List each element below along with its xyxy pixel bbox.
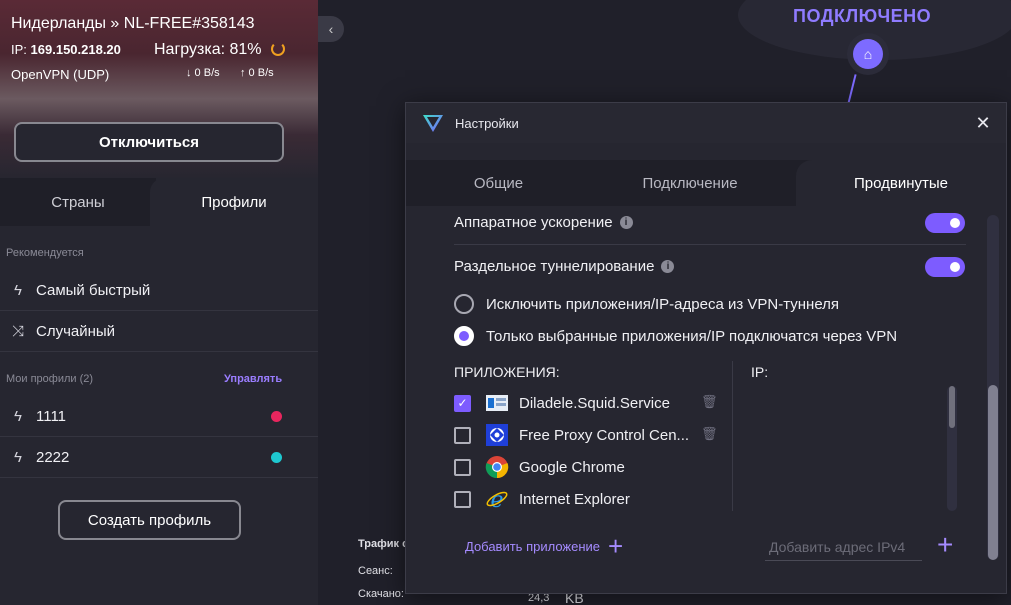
lightning-icon: ϟ xyxy=(14,281,22,299)
traffic-title: Трафик с xyxy=(358,538,409,550)
radio-exclude[interactable]: Исключить приложения/IP-адреса из VPN-ту… xyxy=(454,294,839,314)
apps-scrollbar-thumb[interactable] xyxy=(949,386,955,428)
app-name: Internet Explorer xyxy=(519,490,630,508)
connection-status: ПОДКЛЮЧЕНО xyxy=(793,6,932,26)
trash-icon[interactable]: 🗑 xyxy=(701,394,718,410)
profile-label: 1111 xyxy=(36,407,67,425)
free-proxy-app-icon xyxy=(486,424,508,446)
column-divider xyxy=(732,361,733,511)
lightning-icon: ϟ xyxy=(14,407,22,425)
hardware-accel-label: Аппаратное ускорение xyxy=(454,214,613,231)
home-pin[interactable]: ⌂ xyxy=(847,33,889,75)
plus-icon: + xyxy=(608,531,624,561)
profile-label: Самый быстрый xyxy=(36,281,151,299)
protocol: OpenVPN (UDP) xyxy=(11,67,110,82)
tab-advanced[interactable]: Продвинутые xyxy=(796,160,1006,206)
app-name: Free Proxy Control Cen... xyxy=(519,426,690,444)
split-tunnel-toggle[interactable] xyxy=(925,257,965,277)
app-row-ie[interactable]: e Internet Explorer xyxy=(454,486,724,512)
checkbox-checked[interactable]: ✓ xyxy=(454,394,471,412)
add-app-button[interactable]: Добавить приложение + xyxy=(465,531,624,561)
ip-address: IP: 169.150.218.20 xyxy=(11,42,121,57)
trash-icon[interactable]: 🗑 xyxy=(701,426,718,442)
downloaded-label: Скачано: xyxy=(358,588,404,600)
divider xyxy=(454,244,966,245)
diladele-app-icon xyxy=(486,395,508,411)
tab-profiles[interactable]: Профили xyxy=(150,178,318,226)
internet-explorer-app-icon: e xyxy=(486,488,508,511)
dialog-scrollbar-thumb[interactable] xyxy=(988,385,998,560)
checkbox[interactable] xyxy=(454,458,471,476)
disconnect-button[interactable]: Отключиться xyxy=(14,122,284,162)
radio-include-label: Только выбранные приложения/IP подключат… xyxy=(486,327,898,345)
radio-button[interactable] xyxy=(454,294,474,314)
tab-general[interactable]: Общие xyxy=(406,160,591,206)
radio-include[interactable]: Только выбранные приложения/IP подключат… xyxy=(454,326,897,346)
chrome-app-icon xyxy=(485,456,509,479)
split-tunnel-label: Раздельное туннелирование xyxy=(454,258,655,275)
apps-header: ПРИЛОЖЕНИЯ: xyxy=(454,364,560,380)
checkbox[interactable] xyxy=(454,490,471,508)
ip-value: 169.150.218.20 xyxy=(30,42,121,57)
profile-color-dot xyxy=(271,410,282,422)
add-ip-plus-icon[interactable]: + xyxy=(937,531,953,559)
my-profiles-label: Мои профили (2) xyxy=(6,373,94,385)
settings-dialog: Настройки ✕ Общие Подключение Продвинуты… xyxy=(405,102,1007,594)
profile-fastest[interactable]: ϟ Самый быстрый xyxy=(0,270,318,311)
protonvpn-logo-icon xyxy=(423,115,443,132)
info-icon[interactable]: i xyxy=(619,216,633,229)
radio-exclude-label: Исключить приложения/IP-адреса из VPN-ту… xyxy=(486,295,840,313)
chevron-left-icon: ‹ xyxy=(328,21,334,37)
app-name: Google Chrome xyxy=(519,458,625,476)
session-label: Сеанс: xyxy=(358,565,393,577)
tab-connection[interactable]: Подключение xyxy=(591,160,789,206)
recommended-label: Рекомендуется xyxy=(6,247,84,259)
load-ring-icon xyxy=(271,42,285,56)
app-row-freeproxy[interactable]: Free Proxy Control Cen... 🗑 xyxy=(454,422,724,448)
home-icon: ⌂ xyxy=(853,39,883,69)
radio-button-selected[interactable] xyxy=(454,326,474,346)
dialog-title: Настройки xyxy=(455,116,519,131)
add-app-label: Добавить приложение xyxy=(465,538,601,554)
dialog-tabs: Общие Подключение Продвинутые xyxy=(406,160,1006,206)
profile-random[interactable]: ⤨ Случайный xyxy=(0,311,318,352)
sidebar: Нидерланды » NL-FREE#358143 IP: 169.150.… xyxy=(0,0,318,605)
svg-text:e: e xyxy=(490,488,503,511)
upload-speed: ↑ 0 B/s xyxy=(240,67,274,79)
checkbox[interactable] xyxy=(454,426,471,444)
create-profile-button[interactable]: Создать профиль xyxy=(58,500,241,540)
sidebar-tabs: Страны Профили xyxy=(0,178,318,226)
close-icon[interactable]: ✕ xyxy=(972,112,994,134)
profile-label: Случайный xyxy=(36,322,116,340)
info-icon[interactable]: i xyxy=(661,260,675,273)
manage-profiles-link[interactable]: Управлять xyxy=(224,373,282,385)
hardware-accel-toggle[interactable] xyxy=(925,213,965,233)
shuffle-icon: ⤨ xyxy=(11,322,24,340)
tab-countries[interactable]: Страны xyxy=(0,178,156,226)
download-speed: ↓ 0 B/s xyxy=(186,67,220,79)
app-row-chrome[interactable]: Google Chrome xyxy=(454,454,724,480)
collapse-sidebar-button[interactable]: ‹ xyxy=(318,16,344,42)
app-row-diladele[interactable]: ✓ Diladele.Squid.Service 🗑 xyxy=(454,390,724,416)
ip-label: IP: xyxy=(11,42,27,57)
lightning-icon: ϟ xyxy=(14,448,22,466)
profile-2222[interactable]: ϟ 2222 xyxy=(0,437,318,478)
profile-1111[interactable]: ϟ 1111 xyxy=(0,396,318,437)
dialog-titlebar: Настройки ✕ xyxy=(406,103,1006,143)
hardware-accel-setting: Аппаратное ускорение i xyxy=(454,214,633,231)
server-name: Нидерланды » NL-FREE#358143 xyxy=(11,15,255,32)
ipv4-input[interactable] xyxy=(765,533,922,561)
server-load: Нагрузка: 81% xyxy=(154,41,262,58)
app-name: Diladele.Squid.Service xyxy=(519,394,670,412)
profile-color-dot xyxy=(271,451,282,463)
ip-header: IP: xyxy=(751,364,769,380)
split-tunnel-setting: Раздельное туннелирование i xyxy=(454,258,675,275)
profile-label: 2222 xyxy=(36,448,70,466)
